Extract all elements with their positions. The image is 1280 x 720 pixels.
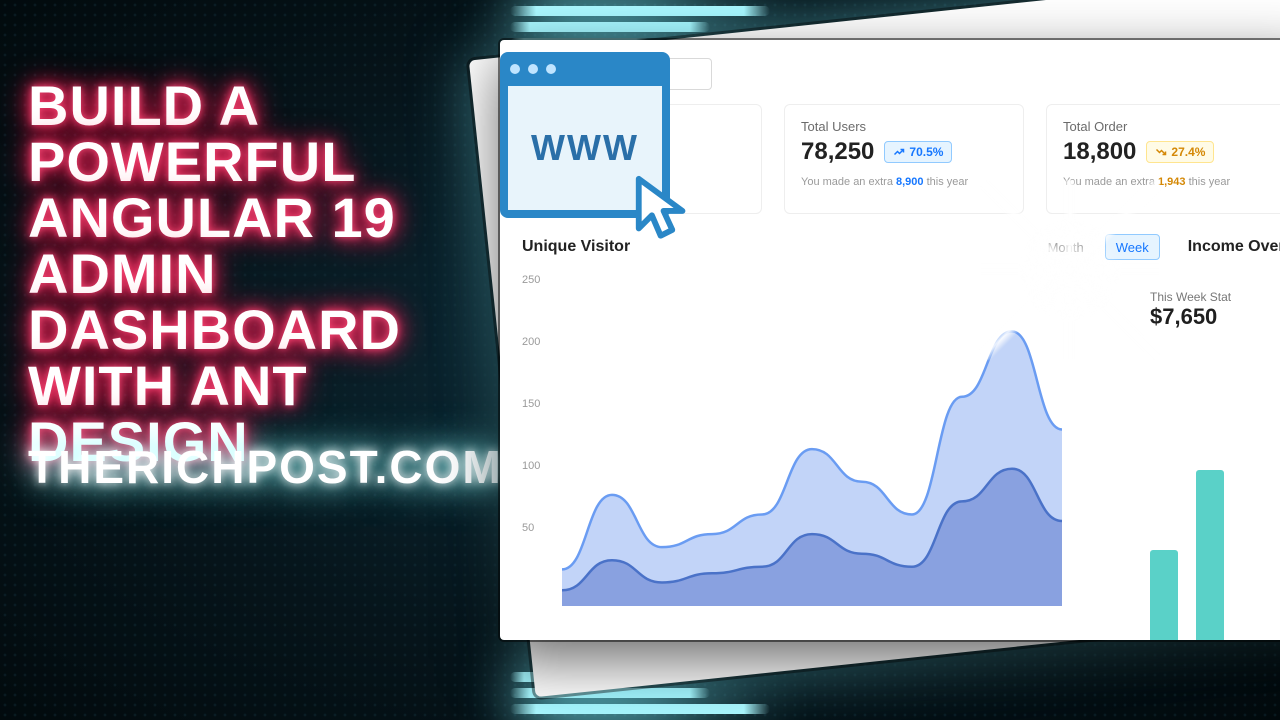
unique-visitor-chart: 250 200 150 100 50 [522,266,1062,606]
promo-headline: BUILD A POWERFUL ANGULAR 19 ADMIN DASHBO… [28,78,508,470]
income-stat-label: This Week Stat [1150,290,1280,304]
stat-card-1-label: Total Users [801,119,1007,134]
stat-card-total-order: Total Order 18,800 27.4% You made an ext… [1046,104,1280,214]
income-overview-title: Income Overvi [1188,238,1280,256]
income-bars [1150,420,1280,640]
stat-card-2-value: 18,800 [1063,138,1136,166]
stat-card-1-extra: You made an extra 8,900 this year [801,176,1007,188]
trend-down-icon [1155,146,1167,158]
cursor-icon [630,173,700,248]
unique-visitor-title: Unique Visitor [522,238,630,256]
income-bar [1150,550,1178,640]
toggle-week[interactable]: Week [1105,234,1160,260]
stat-card-2-label: Total Order [1063,119,1269,134]
income-bar [1196,470,1224,640]
stat-card-total-users: Total Users 78,250 70.5% You made an ext… [784,104,1024,214]
promo-site-url: THERICHPOST.COM [28,440,503,494]
income-panel: This Week Stat $7,650 Mo Tu [1140,290,1280,640]
stat-card-1-value: 78,250 [801,138,874,166]
stat-card-2-extra: You made an extra 1,943 this year [1063,176,1269,188]
www-browser-icon: WWW [500,78,670,218]
income-stat-value: $7,650 [1150,304,1280,330]
toggle-month[interactable]: Month [1037,234,1095,260]
trend-up-icon [893,146,905,158]
stat-card-2-badge: 27.4% [1146,141,1214,163]
stat-card-1-badge: 70.5% [884,141,952,163]
visitor-range-toggle: Month Week Income Overvi [1037,234,1280,260]
